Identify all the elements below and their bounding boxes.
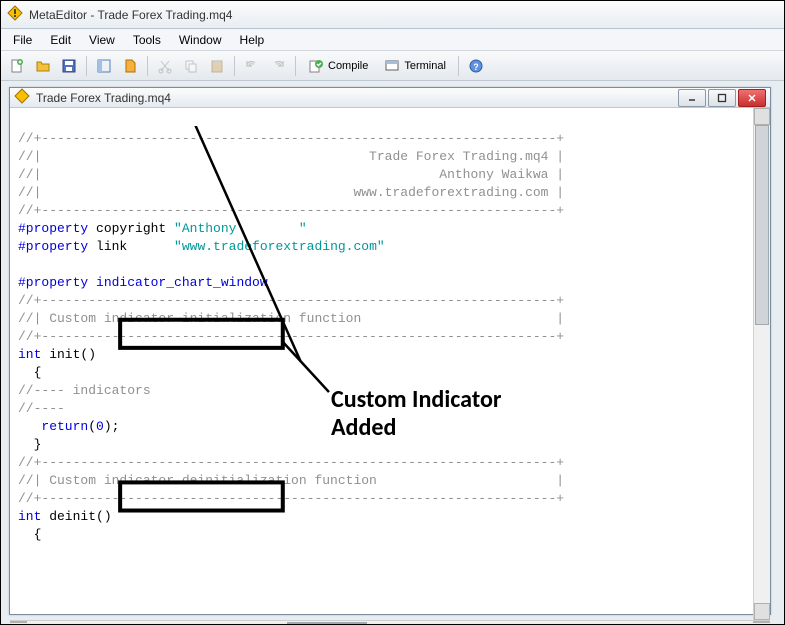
toolbar-separator [295, 56, 296, 76]
compile-button[interactable]: Compile [301, 54, 375, 78]
code-line: //+-------------------------------------… [18, 491, 564, 506]
editor-child-window: Trade Forex Trading.mq4 //+-------------… [9, 87, 771, 615]
terminal-button[interactable]: Terminal [377, 54, 453, 78]
code-line: //+-------------------------------------… [18, 329, 564, 344]
code-line: { [18, 527, 41, 542]
code-line: } [18, 437, 41, 452]
open-file-button[interactable] [31, 54, 55, 78]
toolbar: Compile Terminal ? [1, 51, 784, 81]
child-title: Trade Forex Trading.mq4 [36, 91, 672, 105]
app-titlebar: MetaEditor - Trade Forex Trading.mq4 [1, 1, 784, 29]
new-file-button[interactable] [5, 54, 29, 78]
save-button[interactable] [57, 54, 81, 78]
menu-help[interactable]: Help [232, 31, 273, 49]
toolbar-separator [234, 56, 235, 76]
code-line: //---- [18, 401, 65, 416]
scroll-right-button[interactable] [753, 621, 770, 623]
code-line: int deinit() [18, 509, 112, 524]
copy-button [179, 54, 203, 78]
code-line: #property indicator_chart_window [18, 275, 268, 290]
toolbar-separator [86, 56, 87, 76]
code-line: //| Custom indicator deinitialization fu… [18, 473, 564, 488]
menu-file[interactable]: File [5, 31, 40, 49]
annotation-text: Added [331, 413, 396, 442]
toolbar-separator [458, 56, 459, 76]
maximize-button[interactable] [708, 89, 736, 107]
document-icon [14, 88, 30, 107]
code-line: //| Trade Forex Trading.mq4 | [18, 149, 564, 164]
app-logo-icon [7, 5, 23, 24]
code-line: //---- indicators [18, 383, 151, 398]
code-line: //+-------------------------------------… [18, 293, 564, 308]
redo-button [266, 54, 290, 78]
app-title: MetaEditor - Trade Forex Trading.mq4 [29, 8, 232, 22]
toolbar-separator [147, 56, 148, 76]
scroll-track[interactable] [27, 621, 753, 623]
code-line: //+-------------------------------------… [18, 203, 564, 218]
close-button[interactable] [738, 89, 766, 107]
annotation-text: Custom Indicator [331, 385, 502, 414]
scroll-down-button[interactable] [754, 603, 770, 620]
code-line: //+-------------------------------------… [18, 455, 564, 470]
scroll-up-button[interactable] [754, 108, 770, 125]
menu-edit[interactable]: Edit [42, 31, 79, 49]
menu-view[interactable]: View [81, 31, 123, 49]
minimize-button[interactable] [678, 89, 706, 107]
code-line: int init() [18, 347, 96, 362]
mdi-client-area: Trade Forex Trading.mq4 //+-------------… [1, 81, 784, 624]
code-line: //+-------------------------------------… [18, 131, 564, 146]
menubar: File Edit View Tools Window Help [1, 29, 784, 51]
vertical-scrollbar[interactable] [753, 108, 770, 620]
help-button[interactable]: ? [464, 54, 488, 78]
code-line: //| www.tradeforextrading.com | [18, 185, 564, 200]
child-titlebar[interactable]: Trade Forex Trading.mq4 [10, 88, 770, 108]
navigator-button[interactable] [118, 54, 142, 78]
code-line: { [18, 365, 41, 380]
svg-text:?: ? [473, 62, 479, 72]
toggle-panel-button[interactable] [92, 54, 116, 78]
code-line: #property link "www.tradeforextrading.co… [18, 239, 385, 254]
paste-button [205, 54, 229, 78]
cut-button [153, 54, 177, 78]
scroll-track[interactable] [754, 125, 770, 603]
code-line: //| Custom indicator initialization func… [18, 311, 564, 326]
menu-tools[interactable]: Tools [125, 31, 169, 49]
terminal-label: Terminal [404, 60, 446, 72]
code-line: #property copyright "Anthony " [18, 221, 307, 236]
horizontal-scrollbar[interactable] [10, 620, 770, 623]
code-line: return(0); [18, 419, 119, 434]
scroll-thumb[interactable] [755, 125, 769, 325]
undo-button [240, 54, 264, 78]
scroll-left-button[interactable] [10, 621, 27, 623]
scroll-thumb[interactable] [287, 622, 367, 624]
code-line: //| Anthony Waikwa | [18, 167, 564, 182]
compile-label: Compile [328, 60, 368, 72]
annotation-line-icon [283, 342, 329, 392]
code-editor[interactable]: //+-------------------------------------… [10, 108, 753, 620]
menu-window[interactable]: Window [171, 31, 230, 49]
